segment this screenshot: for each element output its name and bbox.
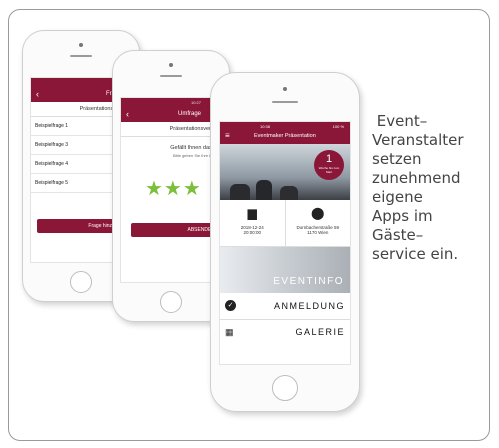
location-cell[interactable]: ⬤ Dornbacherstraße 59 1170 Wien: [286, 200, 351, 246]
survey-header: 10:27 ‹ Umfrage: [121, 98, 221, 122]
back-icon[interactable]: ‹: [126, 109, 129, 119]
camera: [79, 43, 83, 47]
calendar-icon: ▆: [247, 206, 257, 220]
speaker: [160, 75, 182, 77]
speaker: [272, 101, 298, 103]
eventinfo-label: EVENTINFO: [273, 276, 344, 287]
survey-screen: 10:27 ‹ Umfrage Präsentationsveran Gefäl…: [120, 97, 222, 283]
status-time: 10:38: [260, 124, 271, 129]
event-title: Eventmaker Präsentation: [254, 133, 316, 139]
countdown-number: 1: [325, 153, 333, 165]
home-button[interactable]: [160, 291, 182, 313]
audience-silhouette: [280, 186, 298, 200]
status-battery: 100 %: [332, 124, 344, 129]
menu-item-galerie[interactable]: ▦ GALERIE: [220, 320, 350, 344]
survey-question: Gefällt Ihnen das V: [170, 145, 217, 151]
back-icon[interactable]: ‹: [36, 89, 39, 99]
eventinfo-tile[interactable]: EVENTINFO: [220, 247, 350, 293]
gallery-icon: ▦: [225, 327, 234, 337]
submit-button[interactable]: ABSENDEN: [131, 223, 221, 237]
date-cell: ▆ 2018-12-24 20:00:00: [220, 200, 286, 246]
speaker: [70, 55, 92, 57]
survey-title: Umfrage: [177, 111, 201, 117]
event-city: 1170 Wien: [307, 230, 329, 235]
event-header: 10:38 100 % ≡ Eventmaker Präsentation: [220, 122, 350, 144]
anmeldung-label: ANMELDUNG: [273, 301, 345, 311]
audience-silhouette: [256, 180, 272, 200]
camera: [169, 63, 173, 67]
event-time: 20:00:00: [243, 230, 262, 235]
countdown-badge: 1 Woche bis zum Start: [314, 150, 344, 180]
star-rating[interactable]: ★★★: [121, 158, 221, 201]
countdown-label: Woche bis zum Start: [318, 166, 340, 174]
menu-item-anmeldung[interactable]: ✓ ANMELDUNG: [220, 293, 350, 320]
survey-time: 10:27: [190, 100, 201, 105]
location-pin-icon: ⬤: [311, 206, 325, 220]
caption-text: Event– Veranstalter setzen zunehmend eig…: [372, 112, 464, 263]
camera: [283, 87, 287, 91]
survey-subheading: Präsentationsveran: [121, 122, 221, 137]
galerie-label: GALERIE: [295, 327, 345, 337]
home-button[interactable]: [272, 375, 298, 401]
menu-icon[interactable]: ≡: [225, 131, 230, 140]
event-details: ▆ 2018-12-24 20:00:00 ⬤ Dornbacherstraße…: [220, 200, 350, 247]
home-button[interactable]: [70, 271, 92, 293]
audience-silhouette: [230, 184, 250, 200]
event-hero-image: 1 Woche bis zum Start: [220, 144, 350, 200]
phone-event: 10:38 100 % ≡ Eventmaker Präsentation 1 …: [210, 72, 360, 412]
event-screen: 10:38 100 % ≡ Eventmaker Präsentation 1 …: [219, 121, 351, 365]
check-icon: ✓: [225, 300, 236, 311]
